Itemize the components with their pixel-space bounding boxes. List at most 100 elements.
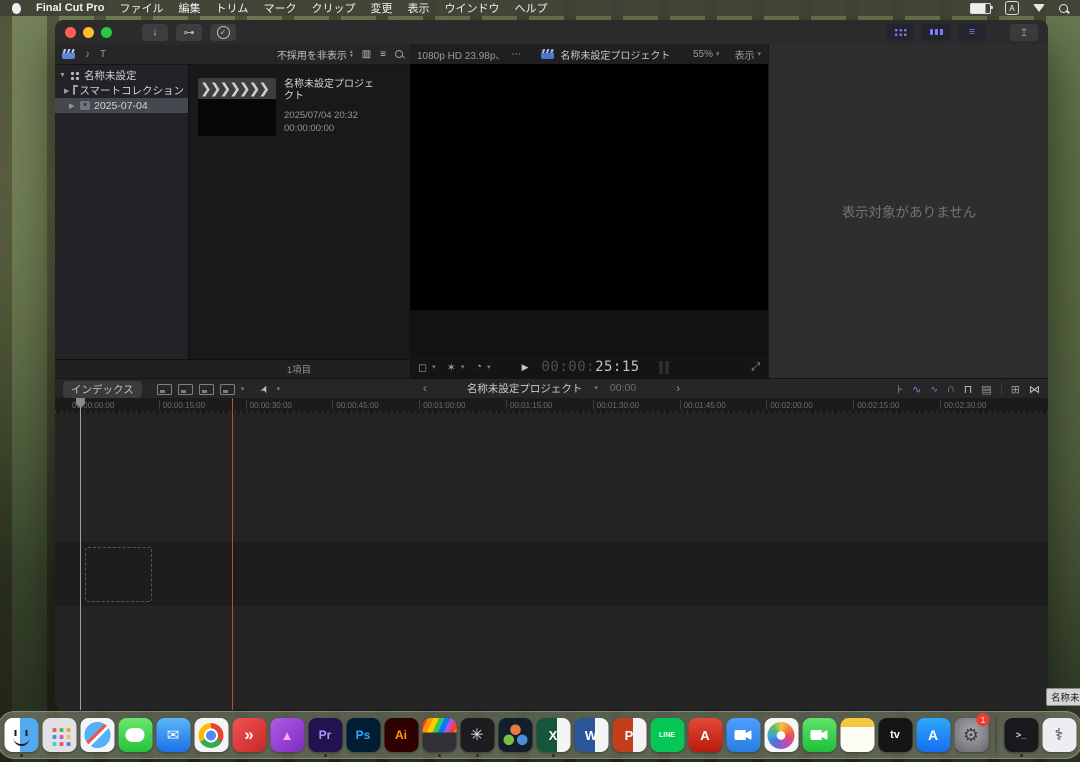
wifi-icon[interactable] xyxy=(1033,4,1045,12)
sidebar-item-event[interactable]: ▶ ✶ 2025-07-04 xyxy=(55,98,188,113)
list-view-icon[interactable]: ≡ xyxy=(380,49,386,60)
dock-item-notes[interactable] xyxy=(840,713,875,757)
audio-meters[interactable] xyxy=(659,361,669,374)
share-button[interactable]: ↥ xyxy=(1010,24,1038,41)
dock-item-excel[interactable]: X xyxy=(536,713,571,757)
disclosure-closed-icon[interactable]: ▶ xyxy=(69,102,76,110)
filmstrip-view-icon[interactable]: ▥ xyxy=(362,49,371,60)
play-button[interactable]: ▶ xyxy=(522,362,529,373)
menu-item-5[interactable]: 変更 xyxy=(370,0,392,16)
timeline-project-title[interactable]: 名称未設定プロジェクト xyxy=(467,381,583,396)
chevron-down-icon[interactable]: ▾ xyxy=(241,385,245,393)
dock-item-system-settings[interactable]: ⚙1 xyxy=(954,713,989,757)
menu-item-3[interactable]: マーク xyxy=(263,0,296,16)
more-options-icon[interactable]: ⋯ xyxy=(511,49,521,60)
fullscreen-icon[interactable]: ⤢ xyxy=(751,361,760,374)
disclosure-closed-icon[interactable]: ▶ xyxy=(64,87,69,95)
project-meta[interactable]: 名称未設定プロジェクト 2025/07/04 20:32 00:00:00:00 xyxy=(284,79,374,135)
project-thumbnail[interactable]: ❯❯❯❯❯❯❯ xyxy=(198,78,276,136)
dock-item-final-cut-pro[interactable] xyxy=(422,713,457,757)
close-button[interactable] xyxy=(65,27,76,38)
dock-item-chrome[interactable] xyxy=(194,713,229,757)
effects-browser-icon[interactable]: ⊞ xyxy=(1011,383,1020,396)
dock-item-launchpad[interactable] xyxy=(42,713,77,757)
insert-edit-icon[interactable] xyxy=(178,384,193,395)
battery-icon[interactable] xyxy=(970,3,991,14)
zoom-level-dropdown[interactable]: 55% ▾ xyxy=(693,49,720,60)
timeline-ruler[interactable]: 00:00:00:0000:00:15:0000:00:30:0000:00:4… xyxy=(55,398,1048,415)
import-media-button[interactable]: ↓ xyxy=(142,24,168,41)
connect-edit-icon[interactable] xyxy=(157,384,172,395)
dock-item-illustrator[interactable]: Ai xyxy=(384,713,419,757)
dock-item-word[interactable]: W xyxy=(574,713,609,757)
dock-item-powerpoint[interactable]: P xyxy=(612,713,647,757)
timeline-toggle-button[interactable] xyxy=(922,24,950,41)
dock-item-app-store[interactable]: A xyxy=(916,713,951,757)
dock-item-messages[interactable] xyxy=(118,713,153,757)
solo-icon[interactable]: ∿ xyxy=(930,384,938,395)
append-edit-icon[interactable] xyxy=(199,384,214,395)
playhead[interactable] xyxy=(80,398,81,710)
chevron-down-icon[interactable]: ▾ xyxy=(277,385,281,393)
minimize-button[interactable] xyxy=(83,27,94,38)
view-dropdown[interactable]: 表示 ▾ xyxy=(734,47,761,62)
menu-item-1[interactable]: 編集 xyxy=(178,0,200,16)
dock-item-acrobat[interactable]: A xyxy=(688,713,723,757)
clip-appearance-icon[interactable]: ▤ xyxy=(981,383,991,396)
timeline-body[interactable] xyxy=(55,414,1048,710)
browser-search-icon[interactable] xyxy=(395,50,403,58)
dock-item-safari[interactable] xyxy=(80,713,115,757)
menu-item-0[interactable]: ファイル xyxy=(119,0,163,16)
dock-item-stethoscope-utility[interactable]: ⚕ xyxy=(1042,713,1077,757)
dock-item-premiere-pro[interactable]: Pr xyxy=(308,713,343,757)
libraries-sidebar-icon[interactable] xyxy=(62,49,75,59)
storyline-drop-placeholder[interactable] xyxy=(85,547,152,602)
chevron-down-icon[interactable]: ▾ xyxy=(432,363,436,371)
transitions-browser-icon[interactable]: ⋈ xyxy=(1029,383,1040,396)
back-chevron[interactable]: ‹ xyxy=(423,381,427,395)
viewer-video-area[interactable] xyxy=(410,64,768,310)
index-button[interactable]: インデックス xyxy=(63,381,142,398)
dock-item-affinity-photo[interactable]: ▲ xyxy=(270,713,305,757)
dock-item-finder[interactable] xyxy=(4,713,39,757)
select-tool-icon[interactable]: ➤ xyxy=(259,383,273,395)
menu-item-6[interactable]: 表示 xyxy=(407,0,429,16)
search-icon[interactable] xyxy=(1059,4,1068,13)
menu-item-2[interactable]: トリム xyxy=(215,0,248,16)
viewer-project-title[interactable]: 名称未設定プロジェクト xyxy=(560,47,670,62)
dock-item-facetime[interactable] xyxy=(802,713,837,757)
dock-item-apple-tv[interactable]: tv xyxy=(878,713,913,757)
sidebar-item-library[interactable]: ▼ 名称未設定 xyxy=(55,68,188,83)
inspector-toggle-button[interactable]: ≡ xyxy=(958,24,986,41)
snapping-icon[interactable]: ⊓ xyxy=(964,383,973,396)
format-label[interactable]: 1080p HD 23.98p、 xyxy=(417,47,505,62)
crop-icon[interactable]: ◻ xyxy=(418,361,427,374)
dock-item-photoshop[interactable]: Ps xyxy=(346,713,381,757)
dock-item-photos[interactable] xyxy=(764,713,799,757)
enhancements-wand-icon[interactable]: ✶ xyxy=(447,361,456,374)
dock-item-red-diamond-app[interactable]: » xyxy=(232,713,267,757)
menu-item-4[interactable]: クリップ xyxy=(311,0,355,16)
menu-item-7[interactable]: ウインドウ xyxy=(444,0,499,16)
disclosure-open-icon[interactable]: ▼ xyxy=(59,72,66,79)
forward-chevron[interactable]: › xyxy=(676,381,680,395)
dock-item-mail[interactable]: ✉ xyxy=(156,713,191,757)
zoom-button[interactable] xyxy=(101,27,112,38)
dock-item-davinci-resolve[interactable] xyxy=(498,713,533,757)
dock-item-fan-utility[interactable]: ✳ xyxy=(460,713,495,757)
chevron-down-icon[interactable]: ▾ xyxy=(487,363,491,371)
keyword-editor-button[interactable]: ⊶ xyxy=(176,24,202,41)
dock-item-terminal[interactable]: >_ xyxy=(1004,713,1039,757)
dock-item-line[interactable]: LINE xyxy=(650,713,685,757)
audio-skimming-icon[interactable]: ∿ xyxy=(912,383,921,396)
sidebar-item-smart-collection[interactable]: ▶ スマートコレクション xyxy=(55,83,188,98)
apple-menu-icon[interactable] xyxy=(12,3,21,14)
titles-generators-icon[interactable]: T xyxy=(100,49,106,60)
chevron-down-icon[interactable]: ▾ xyxy=(461,363,465,371)
filter-dropdown[interactable]: 不採用を非表示 ▴▾ xyxy=(277,47,353,62)
retime-icon[interactable]: ◔ xyxy=(475,361,482,373)
browser-toggle-button[interactable] xyxy=(886,24,914,41)
background-tasks-button[interactable]: ✓ xyxy=(210,24,236,41)
photos-audio-browser-icon[interactable]: ♪ xyxy=(85,49,90,60)
app-menu-title[interactable]: Final Cut Pro xyxy=(36,2,104,14)
